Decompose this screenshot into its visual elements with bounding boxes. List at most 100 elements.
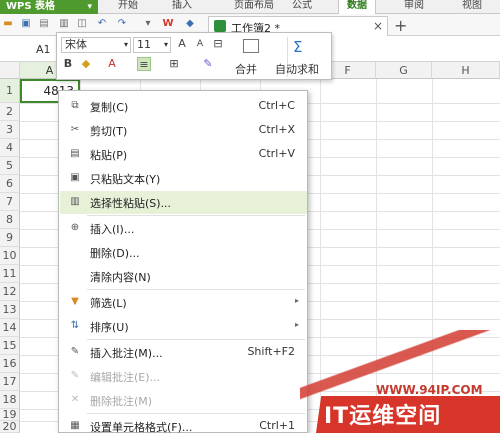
- autosum-button[interactable]: 自动求和: [275, 61, 319, 77]
- row-header[interactable]: 20: [0, 421, 20, 433]
- sort-icon: ⇅: [70, 320, 80, 331]
- format-painter-icon[interactable]: ✎: [201, 57, 215, 71]
- row-header[interactable]: 9: [0, 229, 20, 247]
- bold-icon[interactable]: B: [61, 57, 75, 71]
- select-all-corner[interactable]: [0, 62, 20, 79]
- filter-icon: ▼: [71, 296, 79, 307]
- menu-item-label: 编辑批注(E)...: [90, 371, 161, 384]
- app-brand: WPS 表格: [6, 1, 56, 12]
- cloud-icon[interactable]: ◆: [184, 18, 196, 30]
- cut-icon: ✂: [70, 124, 80, 135]
- new-tab-icon[interactable]: +: [394, 16, 407, 35]
- tab-page-layout[interactable]: 页面布局: [234, 0, 274, 14]
- row-header[interactable]: 16: [0, 355, 20, 373]
- menu-item-label: 粘贴(P): [90, 149, 128, 162]
- menu-item-label: 筛选(L): [90, 297, 127, 310]
- merge-button[interactable]: 合并: [235, 61, 257, 77]
- more-chevron-icon[interactable]: ▾: [142, 18, 154, 30]
- row-header[interactable]: 8: [0, 211, 20, 229]
- borders-icon[interactable]: ⊞: [167, 57, 181, 71]
- row-header[interactable]: 5: [0, 157, 20, 175]
- print-preview-icon[interactable]: ◫: [76, 18, 88, 30]
- wps-logo-icon: W: [162, 18, 174, 29]
- wps-app-button[interactable]: WPS 表格 ▾: [0, 0, 98, 14]
- menu-item-paste[interactable]: ▤ 粘贴(P) Ctrl+V: [60, 143, 307, 166]
- menu-item-shortcut: Ctrl+X: [258, 123, 295, 136]
- chevron-down-icon: ▾: [123, 40, 128, 49]
- print-icon[interactable]: ▥: [58, 18, 70, 30]
- row-header[interactable]: 17: [0, 373, 20, 391]
- fill-color-icon[interactable]: ◆: [79, 57, 93, 71]
- tab-review[interactable]: 审阅: [404, 0, 424, 14]
- menu-item-paste-special[interactable]: ▥ 选择性粘贴(S)...: [60, 191, 307, 214]
- menu-item-copy[interactable]: ⧉ 复制(C) Ctrl+C: [60, 95, 307, 118]
- menu-item-label: 排序(U): [90, 321, 129, 334]
- menu-bar: WPS 表格 ▾ 开始 插入 页面布局 公式 数据 审阅 视图: [0, 0, 500, 14]
- save-icon[interactable]: ▣: [20, 18, 32, 30]
- font-size-select[interactable]: 11 ▾: [133, 37, 171, 53]
- menu-item-paste-text[interactable]: ▣ 只粘贴文本(Y): [60, 167, 307, 190]
- comment-icon: ✎: [70, 346, 80, 357]
- font-color-icon[interactable]: A: [105, 57, 119, 71]
- menu-item-label: 复制(C): [90, 101, 129, 114]
- row-header[interactable]: 15: [0, 337, 20, 355]
- decrease-font-icon[interactable]: A: [193, 37, 207, 51]
- row-header[interactable]: 2: [0, 103, 20, 121]
- menu-item-label: 清除内容(N): [90, 271, 151, 284]
- merge-icon[interactable]: [243, 39, 259, 53]
- tab-formulas[interactable]: 公式: [292, 0, 312, 14]
- close-icon[interactable]: ×: [373, 19, 383, 33]
- menu-item-label: 剪切(T): [90, 125, 128, 138]
- menu-item-label: 删除(D)...: [90, 247, 140, 260]
- redo-icon[interactable]: ↷: [116, 18, 128, 30]
- row-header[interactable]: 11: [0, 265, 20, 283]
- column-header[interactable]: H: [432, 62, 500, 79]
- sigma-icon[interactable]: Σ: [293, 38, 302, 56]
- row-header[interactable]: 4: [0, 139, 20, 157]
- menu-item-delete[interactable]: 删除(D)...: [60, 241, 307, 264]
- row-header[interactable]: 12: [0, 283, 20, 301]
- row-header[interactable]: 7: [0, 193, 20, 211]
- row-header[interactable]: 14: [0, 319, 20, 337]
- font-size-value: 11: [137, 38, 151, 51]
- separator: [87, 413, 305, 414]
- menu-item-label: 设置单元格格式(F)...: [90, 421, 193, 433]
- increase-font-icon[interactable]: A: [175, 37, 189, 51]
- row-header[interactable]: 18: [0, 391, 20, 409]
- row-header[interactable]: 1: [0, 79, 20, 103]
- row-header[interactable]: 3: [0, 121, 20, 139]
- menu-item-clear-contents[interactable]: 清除内容(N): [60, 265, 307, 288]
- tab-view[interactable]: 视图: [462, 0, 482, 14]
- chevron-down-icon: ▾: [163, 40, 168, 49]
- edit-comment-icon: ✎: [70, 370, 80, 381]
- clear-format-icon[interactable]: ⊟: [211, 37, 225, 51]
- delete-comment-icon: ✕: [70, 394, 80, 405]
- menu-item-shortcut: Ctrl+V: [258, 147, 295, 160]
- tab-insert[interactable]: 插入: [172, 0, 192, 14]
- format-cells-icon: ▦: [70, 420, 80, 431]
- name-box[interactable]: A1: [36, 43, 51, 56]
- row-header[interactable]: 6: [0, 175, 20, 193]
- menu-item-filter[interactable]: ▼ 筛选(L) ▸: [60, 291, 307, 314]
- column-header[interactable]: G: [376, 62, 432, 79]
- open-folder-icon[interactable]: ▬: [2, 18, 14, 30]
- tab-home[interactable]: 开始: [118, 0, 138, 14]
- menu-item-insert-comment[interactable]: ✎ 插入批注(M)... Shift+F2: [60, 341, 307, 364]
- separator: [87, 289, 305, 290]
- menu-item-label: 插入(I)...: [90, 223, 135, 236]
- font-select[interactable]: 宋体 ▾: [61, 37, 131, 53]
- menu-item-sort[interactable]: ⇅ 排序(U) ▸: [60, 315, 307, 338]
- row-header[interactable]: 10: [0, 247, 20, 265]
- tab-data[interactable]: 数据: [338, 0, 376, 14]
- submenu-arrow-icon: ▸: [294, 296, 299, 305]
- menu-item-cut[interactable]: ✂ 剪切(T) Ctrl+X: [60, 119, 307, 142]
- align-center-icon[interactable]: ≡: [137, 57, 151, 71]
- context-menu: ⧉ 复制(C) Ctrl+C ✂ 剪切(T) Ctrl+X ▤ 粘贴(P) Ct…: [58, 90, 308, 433]
- separator: [87, 339, 305, 340]
- row-header[interactable]: 13: [0, 301, 20, 319]
- menu-item-format-cells[interactable]: ▦ 设置单元格格式(F)... Ctrl+1: [60, 415, 307, 433]
- font-value: 宋体: [65, 38, 87, 51]
- undo-icon[interactable]: ↶: [96, 18, 108, 30]
- new-doc-icon[interactable]: ▤: [38, 18, 50, 30]
- menu-item-insert[interactable]: ⊕ 插入(I)...: [60, 217, 307, 240]
